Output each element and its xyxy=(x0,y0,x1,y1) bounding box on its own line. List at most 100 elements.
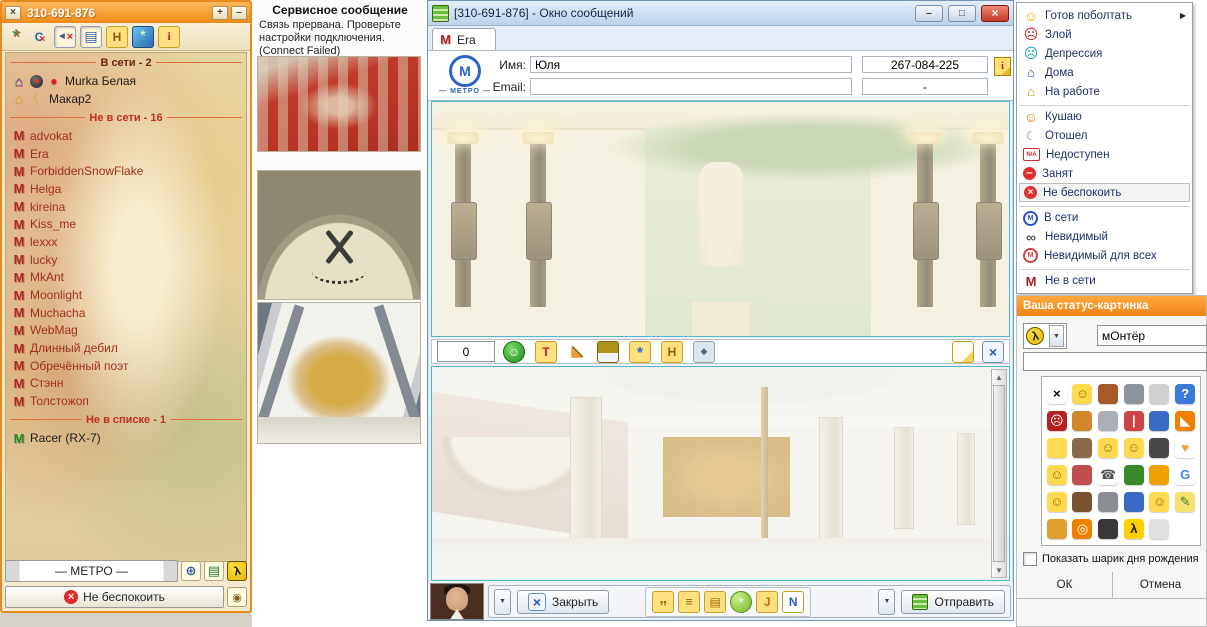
email-input[interactable] xyxy=(530,78,852,95)
worker-status-icon[interactable] xyxy=(227,561,247,581)
contact-row[interactable]: Макар2 xyxy=(6,90,246,108)
status-picture-option[interactable]: ☺ xyxy=(1098,438,1118,458)
toolbar-icon[interactable] xyxy=(54,26,76,48)
uin-field[interactable] xyxy=(862,56,988,73)
scrollbar-thumb[interactable] xyxy=(993,385,1005,562)
status-picture-option[interactable] xyxy=(1149,411,1169,431)
toolbar-icon[interactable] xyxy=(132,26,154,48)
group-header-notinlist[interactable]: Не в списке - 1 xyxy=(10,412,242,427)
status-picture-option[interactable]: ◎ xyxy=(1072,519,1092,539)
contact-row[interactable]: Muchacha xyxy=(6,304,246,322)
editor-tool-icon[interactable] xyxy=(503,341,525,363)
status-picture-option[interactable] xyxy=(1149,465,1169,485)
status-menu-item[interactable]: Не в сети xyxy=(1019,269,1190,290)
contact-row[interactable]: ForbiddenSnowFlake xyxy=(6,162,246,180)
status-picture-option[interactable] xyxy=(1149,384,1169,404)
status-picture-option[interactable]: ☺ xyxy=(1149,492,1169,512)
scroll-up-icon[interactable]: ▲ xyxy=(992,370,1006,384)
status-picture-name-input[interactable] xyxy=(1097,325,1207,346)
contact-row[interactable]: Helga xyxy=(6,180,246,198)
group-header-offline[interactable]: Не в сети - 16 xyxy=(10,110,242,125)
pin-icon[interactable]: + xyxy=(212,6,228,20)
message-window-titlebar[interactable]: [310-691-876] - Окно сообщений – □ × xyxy=(428,1,1013,26)
status-picture-option[interactable] xyxy=(1124,465,1144,485)
status-picture-option[interactable]: ◣ xyxy=(1175,411,1195,431)
contact-row[interactable]: advokat xyxy=(6,127,246,145)
message-tool-icon[interactable] xyxy=(678,591,700,613)
status-picture-option[interactable] xyxy=(1047,519,1067,539)
close-icon[interactable]: × xyxy=(981,5,1009,22)
editor-right-icon[interactable] xyxy=(952,341,974,363)
status-picture-option[interactable] xyxy=(1072,492,1092,512)
chat-history-pane[interactable] xyxy=(431,101,1010,337)
close-options-dropdown[interactable]: ▼ xyxy=(494,589,511,615)
status-picture-option[interactable] xyxy=(1098,492,1118,512)
contact-row[interactable]: WebMag xyxy=(6,322,246,340)
cancel-button[interactable]: Отмена xyxy=(1113,572,1207,598)
restore-icon[interactable]: □ xyxy=(948,5,976,22)
contact-row[interactable]: Murka Белая xyxy=(6,72,246,90)
toolbar-icon[interactable] xyxy=(30,27,50,47)
notes-icon[interactable] xyxy=(204,561,224,581)
status-menu-item[interactable]: Готов поболтать xyxy=(1019,6,1190,25)
search-add-contact-icon[interactable] xyxy=(181,561,201,581)
close-button[interactable]: Закрыть xyxy=(517,590,609,614)
status-menu-item[interactable]: Кушаю xyxy=(1019,105,1190,126)
contact-row[interactable]: Обречённый поэт xyxy=(6,357,246,375)
status-menu-item[interactable]: Занят xyxy=(1019,164,1190,183)
contact-row[interactable]: kireina xyxy=(6,198,246,216)
minimize-icon[interactable]: – xyxy=(915,5,943,22)
contact-row[interactable]: Moonlight xyxy=(6,286,246,304)
toolbar-icon[interactable] xyxy=(106,26,128,48)
status-menu-item[interactable]: Отошел xyxy=(1019,126,1190,145)
send-options-dropdown[interactable]: ▼ xyxy=(878,589,895,615)
toolbar-icon[interactable] xyxy=(6,27,26,47)
char-counter[interactable] xyxy=(437,341,495,362)
user-info-icon[interactable]: i xyxy=(994,57,1011,76)
eye-icon[interactable] xyxy=(227,587,247,607)
contact-row[interactable]: lucky xyxy=(6,251,246,269)
group-header-online[interactable]: В сети - 2 xyxy=(10,55,242,70)
send-button[interactable]: Отправить xyxy=(901,590,1005,614)
tab-era[interactable]: Era xyxy=(432,28,496,50)
close-icon[interactable]: × xyxy=(5,6,21,20)
chevron-down-icon[interactable]: ▼ xyxy=(1049,325,1064,347)
status-picture-option[interactable]: ☺ xyxy=(1047,492,1067,512)
message-tool-icon[interactable] xyxy=(782,591,804,613)
message-tool-icon[interactable] xyxy=(730,591,752,613)
status-menu-item[interactable]: Злой xyxy=(1019,25,1190,44)
status-menu-item[interactable]: Дома xyxy=(1019,63,1190,82)
status-picture-option[interactable]: ? xyxy=(1175,384,1195,404)
contact-row[interactable]: Длинный дебил xyxy=(6,339,246,357)
status-picture-option[interactable]: λ xyxy=(1124,519,1144,539)
editor-tool-icon[interactable] xyxy=(629,341,651,363)
editor-tool-icon[interactable] xyxy=(661,341,683,363)
status-menu-item[interactable]: Невидимый для всех xyxy=(1019,246,1190,265)
status-menu-item[interactable]: Невидимый xyxy=(1019,227,1190,246)
vertical-scrollbar[interactable]: ▲ ▼ xyxy=(991,369,1007,578)
status-picture-option[interactable] xyxy=(1098,411,1118,431)
status-picture-option[interactable]: ☺ xyxy=(1047,465,1067,485)
status-picture-option[interactable]: × xyxy=(1047,384,1067,404)
contact-row[interactable]: lexxx xyxy=(6,233,246,251)
status-picture-option[interactable] xyxy=(1047,438,1067,458)
status-menu-item[interactable]: На работе xyxy=(1019,82,1190,101)
ok-button[interactable]: ОК xyxy=(1017,572,1113,598)
contact-row[interactable]: Racer (RX-7) xyxy=(6,429,246,447)
status-picture-option[interactable] xyxy=(1072,438,1092,458)
status-picture-option[interactable]: ♥ xyxy=(1175,438,1195,458)
status-picture-option[interactable]: G xyxy=(1175,465,1195,485)
status-picture-option[interactable]: | xyxy=(1124,411,1144,431)
status-picture-option[interactable]: ✎ xyxy=(1175,492,1195,512)
name-input[interactable] xyxy=(530,56,852,73)
scroll-down-icon[interactable]: ▼ xyxy=(992,563,1006,577)
editor-tool-icon[interactable] xyxy=(567,341,587,361)
birthday-checkbox[interactable] xyxy=(1023,552,1037,566)
minimize-icon[interactable]: – xyxy=(231,6,247,20)
message-tool-icon[interactable] xyxy=(704,591,726,613)
status-menu-item[interactable]: Депрессия xyxy=(1019,44,1190,63)
contact-row[interactable]: MkAnt xyxy=(6,269,246,287)
status-picture-option[interactable] xyxy=(1072,465,1092,485)
status-picture-option[interactable] xyxy=(1124,492,1144,512)
editor-tool-icon[interactable] xyxy=(597,341,619,363)
